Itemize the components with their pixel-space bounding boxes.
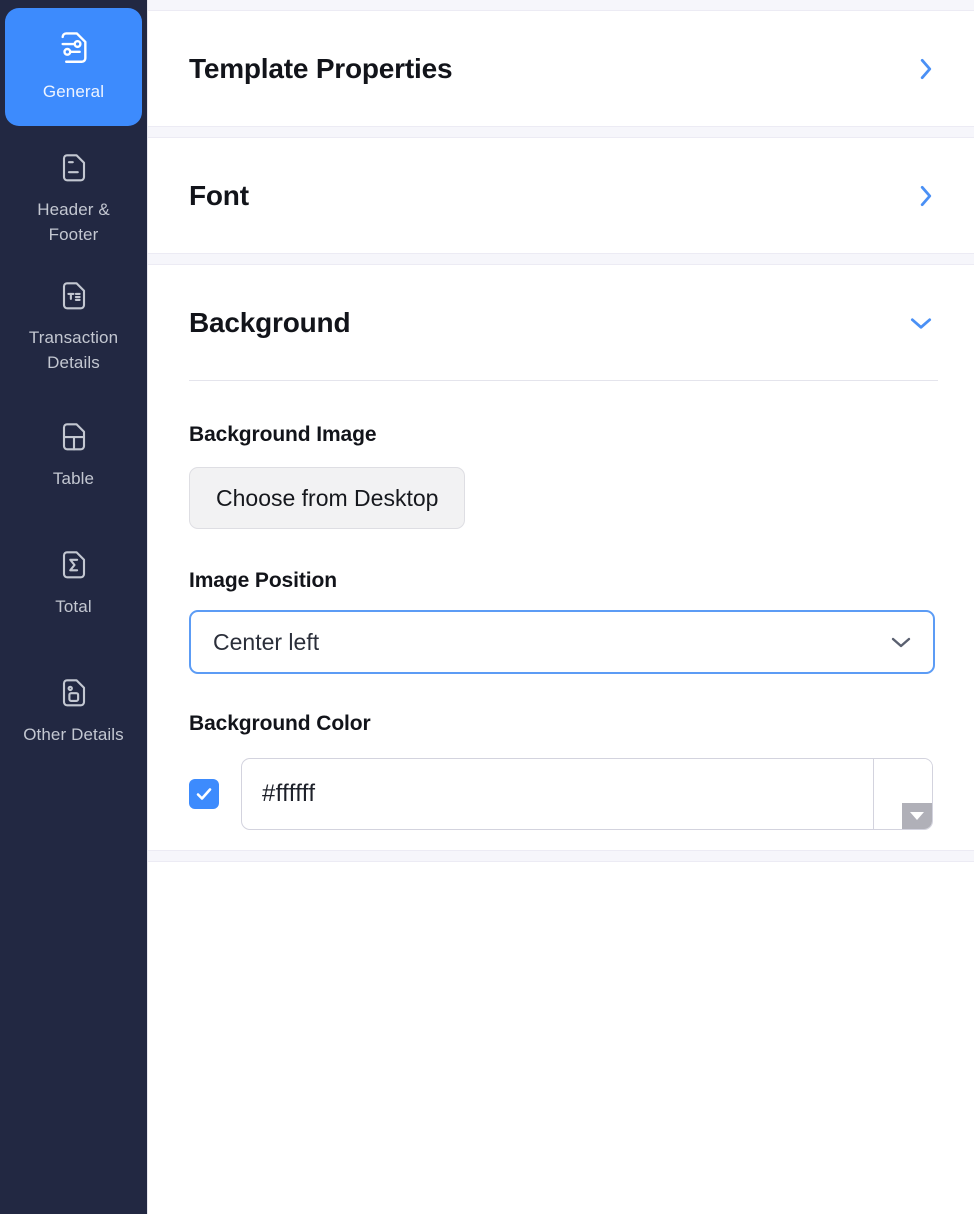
chevron-right-icon[interactable]	[914, 50, 938, 88]
section-title: Background	[189, 307, 350, 339]
sidebar-item-label: General	[43, 80, 104, 105]
document-text-icon	[59, 280, 89, 314]
section-header-background[interactable]: Background	[148, 265, 974, 380]
sidebar-item-transaction-details[interactable]: Transaction Details	[5, 276, 142, 380]
sidebar-nav: General Header & Footer Transaction Deta…	[0, 0, 148, 1214]
background-color-input-group: #ffffff	[241, 758, 933, 830]
section-title: Font	[189, 180, 249, 212]
background-color-input[interactable]: #ffffff	[242, 759, 873, 829]
background-settings-body: Background Image Choose from Desktop Ima…	[148, 380, 974, 850]
background-image-label: Background Image	[189, 423, 938, 447]
section-divider	[148, 126, 974, 138]
sidebar-item-label: Transaction Details	[11, 326, 137, 375]
settings-content: Template Properties Font	[148, 0, 974, 1214]
chevron-down-icon[interactable]	[904, 309, 938, 337]
background-color-label: Background Color	[189, 712, 938, 736]
template-settings-window: General Header & Footer Transaction Deta…	[0, 0, 974, 1214]
section-divider	[148, 253, 974, 265]
sidebar-item-total[interactable]: Total	[5, 532, 142, 636]
sidebar-item-header-footer[interactable]: Header & Footer	[5, 148, 142, 252]
sidebar-item-table[interactable]: Table	[5, 404, 142, 508]
document-table-icon	[59, 421, 89, 455]
document-sliders-icon	[57, 30, 91, 68]
color-swatch-picker-button[interactable]	[873, 759, 932, 829]
section-header-template-properties[interactable]: Template Properties	[148, 11, 974, 126]
document-square-icon	[59, 677, 89, 711]
caret-down-icon	[902, 803, 932, 829]
section-divider	[148, 850, 974, 862]
background-color-checkbox[interactable]	[189, 779, 219, 809]
section-title: Template Properties	[189, 53, 452, 85]
document-lines-icon	[59, 152, 89, 186]
image-position-label: Image Position	[189, 569, 938, 593]
sidebar-item-label: Total	[55, 595, 91, 620]
section-header-font[interactable]: Font	[148, 138, 974, 253]
sidebar-item-general[interactable]: General	[5, 8, 142, 126]
section-template-properties: Template Properties	[148, 11, 974, 126]
background-color-row: #ffffff	[189, 758, 938, 830]
sidebar-item-other-details[interactable]: Other Details	[5, 660, 142, 764]
section-background: Background Background Image Choose from …	[148, 265, 974, 850]
choose-from-desktop-button[interactable]: Choose from Desktop	[189, 467, 465, 529]
image-position-select[interactable]: Center left	[189, 610, 935, 674]
section-divider	[148, 0, 974, 11]
chevron-down-icon[interactable]	[889, 635, 913, 650]
sidebar-item-label: Other Details	[23, 723, 124, 748]
content-empty-area	[148, 862, 974, 1142]
sidebar-item-label: Table	[53, 467, 94, 492]
document-sigma-icon	[59, 549, 89, 583]
image-position-value: Center left	[191, 629, 319, 656]
section-font: Font	[148, 138, 974, 253]
sidebar-item-label: Header & Footer	[11, 198, 137, 247]
chevron-right-icon[interactable]	[914, 177, 938, 215]
